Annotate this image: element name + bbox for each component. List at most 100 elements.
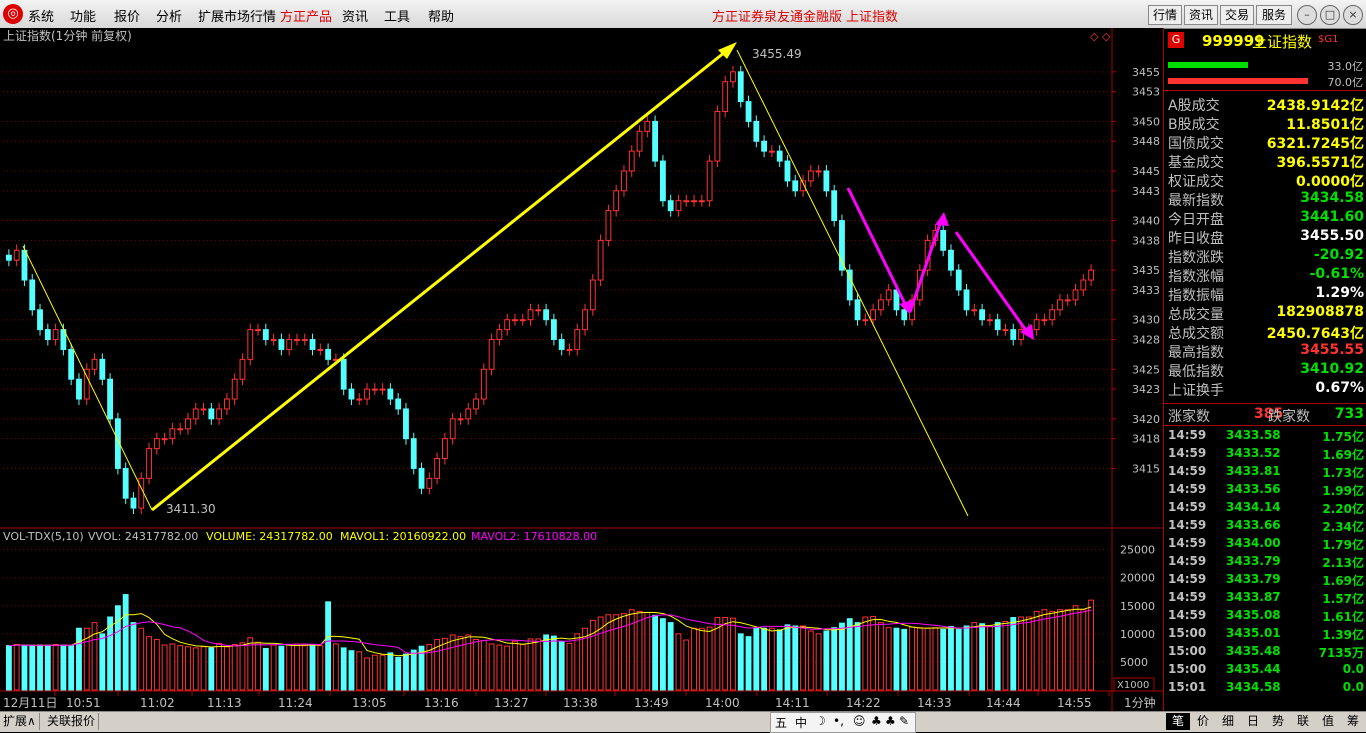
trade-button[interactable]: 交易 xyxy=(1220,5,1254,25)
candle-body xyxy=(325,348,332,360)
down-count-value: 733 xyxy=(1334,406,1364,422)
volume-bar xyxy=(613,614,620,691)
volume-unit: X1000 xyxy=(1117,680,1149,691)
menu-help[interactable]: 帮助 xyxy=(428,6,454,25)
panel-tab[interactable]: 日 xyxy=(1241,713,1265,730)
tick-row: 15:00 3435.44 0.0 xyxy=(1168,662,1364,680)
menu-news[interactable]: 资讯 xyxy=(342,6,368,25)
volume-bar xyxy=(683,639,690,691)
related-quote-tab[interactable]: 关联报价 xyxy=(44,713,100,730)
ime-settings-icon[interactable]: ✎ xyxy=(899,714,909,728)
kline-chart[interactable]: 上证指数(1分钟 前复权) ◇ ◇ 3455 3453 3450 3448 3445 34… xyxy=(0,28,1163,711)
candle-body xyxy=(410,438,417,469)
volume-bar xyxy=(403,653,409,691)
close-icon[interactable]: × xyxy=(1343,5,1363,25)
status-bar: 扩展∧ 关联报价 五 中 ☽ •, ☺ ♣ ♣ ✎ 笔价细日势联值筹 xyxy=(0,711,1366,733)
volume-bar xyxy=(644,612,651,691)
tick-price: 3434.00 xyxy=(1226,536,1281,550)
volume-bar xyxy=(192,647,199,691)
high-price-label: 3455.49 xyxy=(752,47,802,61)
menu-system[interactable]: 系统 xyxy=(28,6,54,25)
candle-body xyxy=(208,408,215,420)
volume-bar xyxy=(208,647,215,691)
stat-label: 指数涨幅 xyxy=(1168,269,1224,285)
candle-body xyxy=(1088,269,1095,281)
news-button[interactable]: 资讯 xyxy=(1184,5,1218,25)
candle-body xyxy=(364,388,370,400)
candle-body xyxy=(628,150,635,172)
restore-icon[interactable]: □ xyxy=(1320,5,1340,25)
candle-body xyxy=(146,448,152,479)
volume-bar xyxy=(636,610,643,691)
panel-tab[interactable]: 筹 xyxy=(1341,713,1365,730)
candle-body xyxy=(301,339,308,342)
menu-analysis[interactable]: 分析 xyxy=(156,6,182,25)
ime-mode-icon[interactable]: 五 xyxy=(775,714,787,731)
candle-body xyxy=(784,160,791,182)
panel-tab[interactable]: 联 xyxy=(1291,713,1315,730)
buy-volume-label: 33.0亿 xyxy=(1327,60,1364,73)
tick-time: 14:59 xyxy=(1168,428,1207,442)
menu-quote[interactable]: 报价 xyxy=(114,6,140,25)
volume-bar xyxy=(527,638,534,691)
panel-tab[interactable]: 势 xyxy=(1266,713,1290,730)
stat-value: 182908878 xyxy=(1276,304,1364,320)
volume-bar xyxy=(348,650,355,691)
app-logo-icon[interactable]: ◎ xyxy=(3,4,23,24)
panel-tab[interactable]: 值 xyxy=(1316,713,1340,730)
tick-volume: 0.0 xyxy=(1342,662,1364,676)
candle-body xyxy=(831,190,838,222)
candle-body xyxy=(239,358,246,380)
period-label[interactable]: 1分钟 xyxy=(1124,695,1156,710)
advance-decline-row: 涨家数 385 跌家数 733 xyxy=(1168,406,1364,425)
service-button[interactable]: 服务 xyxy=(1256,5,1292,25)
ime-chinese-icon[interactable]: 中 xyxy=(795,714,807,731)
ime-punct-icon[interactable]: •, xyxy=(833,714,844,728)
candle-body xyxy=(644,120,651,132)
stat-row: 指数振幅 1.29% xyxy=(1168,285,1364,304)
ime-user-icon[interactable]: ♣ xyxy=(885,714,896,728)
ime-emoji-icon[interactable]: ☺ xyxy=(853,714,866,728)
menu-function[interactable]: 功能 xyxy=(70,6,96,25)
stat-value: 3441.60 xyxy=(1300,209,1364,225)
volume-bar xyxy=(1072,605,1079,691)
ime-moon-icon[interactable]: ☽ xyxy=(815,714,826,728)
candle-body xyxy=(823,170,830,192)
candle-body xyxy=(68,348,75,380)
candle-body xyxy=(434,458,441,479)
volume-bar xyxy=(589,619,596,691)
panel-tab[interactable]: 笔 xyxy=(1166,713,1190,730)
volume-bar xyxy=(566,642,573,691)
panel-tab[interactable]: 细 xyxy=(1216,713,1240,730)
stat-value: 0.67% xyxy=(1315,380,1364,396)
expand-tab[interactable]: 扩展∧ xyxy=(0,713,40,730)
volume-bar xyxy=(877,622,884,691)
ime-skin-icon[interactable]: ♣ xyxy=(871,714,882,728)
stat-value: 0.0000亿 xyxy=(1295,174,1364,190)
stat-value: 11.8501亿 xyxy=(1286,117,1364,133)
candle-body xyxy=(200,408,207,411)
volume-bar xyxy=(1064,609,1071,691)
volume-bar xyxy=(1080,609,1087,691)
candle-body xyxy=(963,289,970,311)
menu-extended-market[interactable]: 扩展市场行情 xyxy=(198,6,276,25)
volume-bar xyxy=(605,614,612,691)
menu-founder-products[interactable]: 方正产品 xyxy=(280,6,332,25)
price-tick-label: 3428 xyxy=(1132,334,1160,347)
volume-bar xyxy=(675,633,682,691)
volume-bar xyxy=(979,623,986,691)
price-tick-label: 3418 xyxy=(1132,433,1160,446)
price-tick-label: 3448 xyxy=(1132,135,1160,148)
quote-button[interactable]: 行情 xyxy=(1148,5,1182,25)
tick-price: 3434.58 xyxy=(1226,680,1281,694)
menu-tools[interactable]: 工具 xyxy=(384,6,410,25)
tick-volume: 1.73亿 xyxy=(1322,466,1364,480)
panel-tab[interactable]: 价 xyxy=(1191,713,1215,730)
menu-bar: ◎ 系统 功能 报价 分析 扩展市场行情 方正产品 资讯 工具 帮助 方正证券泉… xyxy=(0,0,1366,29)
volume-bar xyxy=(558,641,565,691)
volume-bar xyxy=(387,652,394,691)
minimize-icon[interactable]: – xyxy=(1297,5,1317,25)
stat-label: B股成交 xyxy=(1168,117,1220,133)
chart-options-icon[interactable]: ◇ ◇ xyxy=(1090,30,1111,43)
tick-row: 15:00 3435.48 7135万 xyxy=(1168,644,1364,662)
